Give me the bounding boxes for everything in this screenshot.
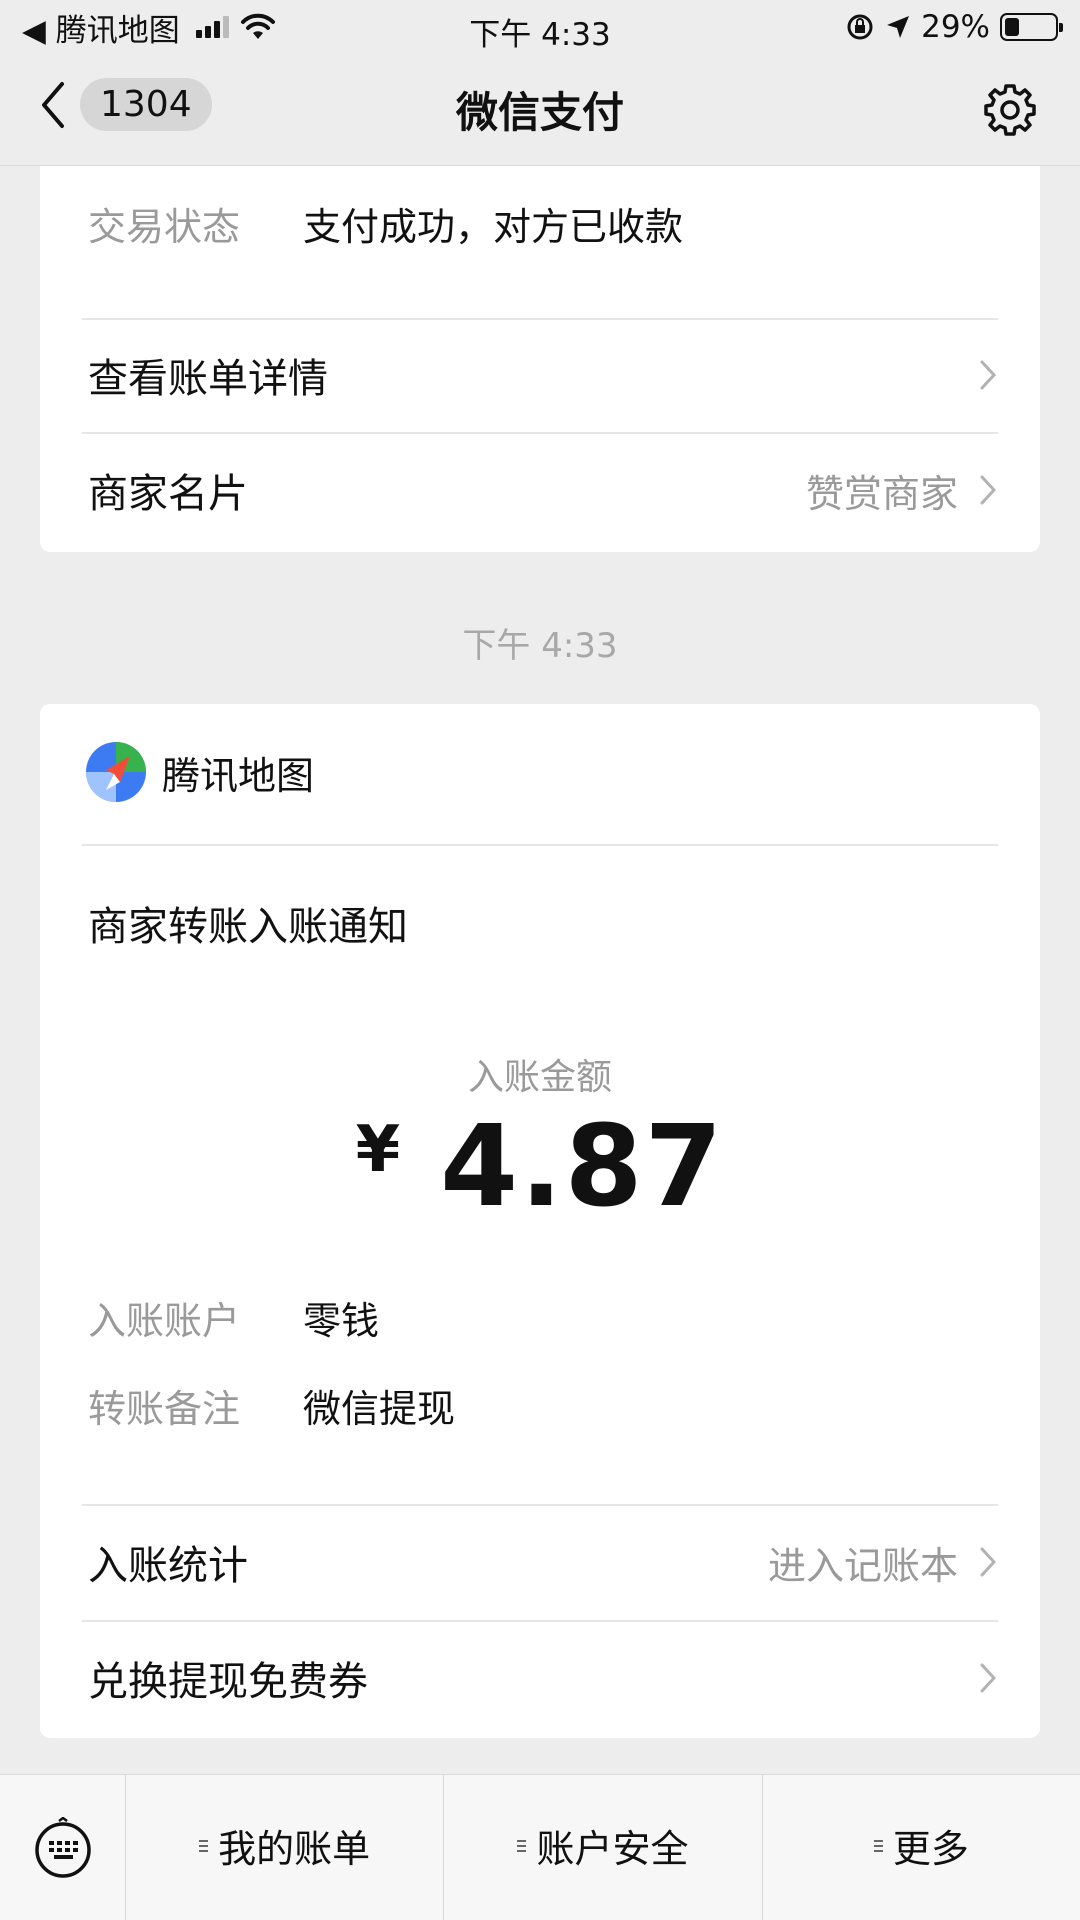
row-right bbox=[978, 358, 998, 392]
currency-symbol: ¥ bbox=[355, 1113, 401, 1187]
menu-icon bbox=[199, 1839, 209, 1852]
amount-label: 入账金额 bbox=[467, 1057, 612, 1098]
battery-level bbox=[1005, 18, 1019, 36]
chevron-left-icon bbox=[42, 81, 64, 128]
notice-title: 商家转账入账通知 bbox=[88, 904, 408, 950]
menu-label: 账户安全 bbox=[536, 1827, 689, 1871]
orientation-lock-icon bbox=[847, 14, 873, 40]
unread-count-badge: 1304 bbox=[80, 78, 212, 131]
cellular-signal-icon bbox=[195, 16, 229, 38]
wifi-icon bbox=[240, 13, 275, 39]
menu-account-security[interactable]: 账户安全 bbox=[444, 1775, 763, 1920]
transaction-status-value: 支付成功，对方已收款 bbox=[303, 205, 684, 249]
menu-my-bills[interactable]: 我的账单 bbox=[126, 1775, 445, 1920]
row-label: 兑换提现免费券 bbox=[88, 1659, 368, 1705]
detail-value: 零钱 bbox=[303, 1299, 380, 1343]
bottom-menu-bar: 我的账单 账户安全 更多 bbox=[0, 1774, 1080, 1920]
back-to-app-link[interactable]: ◀ 腾讯地图 bbox=[22, 5, 180, 50]
transaction-card: 交易状态 支付成功，对方已收款 查看账单详情 商家名片 赞赏商家 bbox=[40, 166, 1040, 552]
transaction-status-label: 交易状态 bbox=[88, 205, 241, 249]
merchant-name: 腾讯地图 bbox=[162, 753, 315, 798]
amount-number: 4.87 bbox=[440, 1102, 725, 1232]
nav-bar: 1304 微信支付 bbox=[0, 54, 1080, 166]
page-title: 微信支付 bbox=[455, 88, 624, 137]
amount-value: ¥4.87 bbox=[40, 1102, 1040, 1232]
keyboard-toggle-button[interactable] bbox=[0, 1775, 126, 1920]
tip-merchant-link: 赞赏商家 bbox=[805, 471, 958, 516]
row-right: 赞赏商家 bbox=[806, 463, 998, 518]
status-right: 29% bbox=[845, 9, 1063, 45]
tencent-maps-logo-icon bbox=[86, 742, 146, 802]
status-bar: ◀ 腾讯地图 下午 4:33 29% bbox=[0, 0, 1080, 54]
menu-label: 我的账单 bbox=[218, 1827, 371, 1871]
detail-label: 入账账户 bbox=[88, 1299, 241, 1343]
detail-value: 微信提现 bbox=[303, 1387, 456, 1431]
chevron-right-icon bbox=[980, 1663, 997, 1693]
gear-icon[interactable] bbox=[982, 82, 1038, 138]
menu-more[interactable]: 更多 bbox=[763, 1775, 1080, 1920]
open-ledger-link: 进入记账本 bbox=[767, 1543, 958, 1588]
location-arrow-icon bbox=[887, 16, 910, 38]
message-timestamp: 下午 4:33 bbox=[462, 626, 618, 666]
menu-label: 更多 bbox=[892, 1827, 969, 1871]
battery-icon bbox=[1000, 13, 1063, 41]
view-bill-details-row[interactable]: 查看账单详情 bbox=[88, 319, 998, 431]
row-right bbox=[978, 1661, 998, 1695]
status-left: ◀ 腾讯地图 bbox=[22, 5, 277, 50]
detail-label: 转账备注 bbox=[88, 1387, 241, 1431]
battery-percent: 29% bbox=[921, 9, 990, 45]
withdrawal-coupon-row[interactable]: 兑换提现免费券 bbox=[88, 1622, 998, 1734]
chevron-right-icon bbox=[980, 475, 997, 505]
credit-account-row: 入账账户 零钱 bbox=[88, 1290, 379, 1345]
transfer-note-row: 转账备注 微信提现 bbox=[88, 1378, 455, 1433]
row-label: 查看账单详情 bbox=[88, 356, 328, 402]
row-right: 进入记账本 bbox=[768, 1535, 998, 1590]
merchant-header: 腾讯地图 bbox=[84, 740, 314, 804]
transaction-status-row: 交易状态 支付成功，对方已收款 bbox=[88, 196, 683, 251]
row-label: 商家名片 bbox=[88, 471, 248, 517]
transfer-notice-card[interactable]: 腾讯地图 商家转账入账通知 入账金额 ¥4.87 入账账户 零钱 转账备注 微信… bbox=[40, 704, 1040, 1738]
income-stats-row[interactable]: 入账统计 进入记账本 bbox=[88, 1506, 998, 1618]
merchant-card-row[interactable]: 商家名片 赞赏商家 bbox=[88, 434, 998, 546]
chevron-right-icon bbox=[980, 1547, 997, 1577]
keyboard-icon bbox=[34, 1816, 91, 1878]
menu-icon bbox=[873, 1839, 883, 1852]
back-button[interactable]: 1304 bbox=[38, 78, 212, 131]
row-label: 入账统计 bbox=[88, 1543, 248, 1589]
divider bbox=[82, 844, 998, 846]
chevron-right-icon bbox=[980, 360, 997, 390]
menu-icon bbox=[517, 1839, 527, 1852]
